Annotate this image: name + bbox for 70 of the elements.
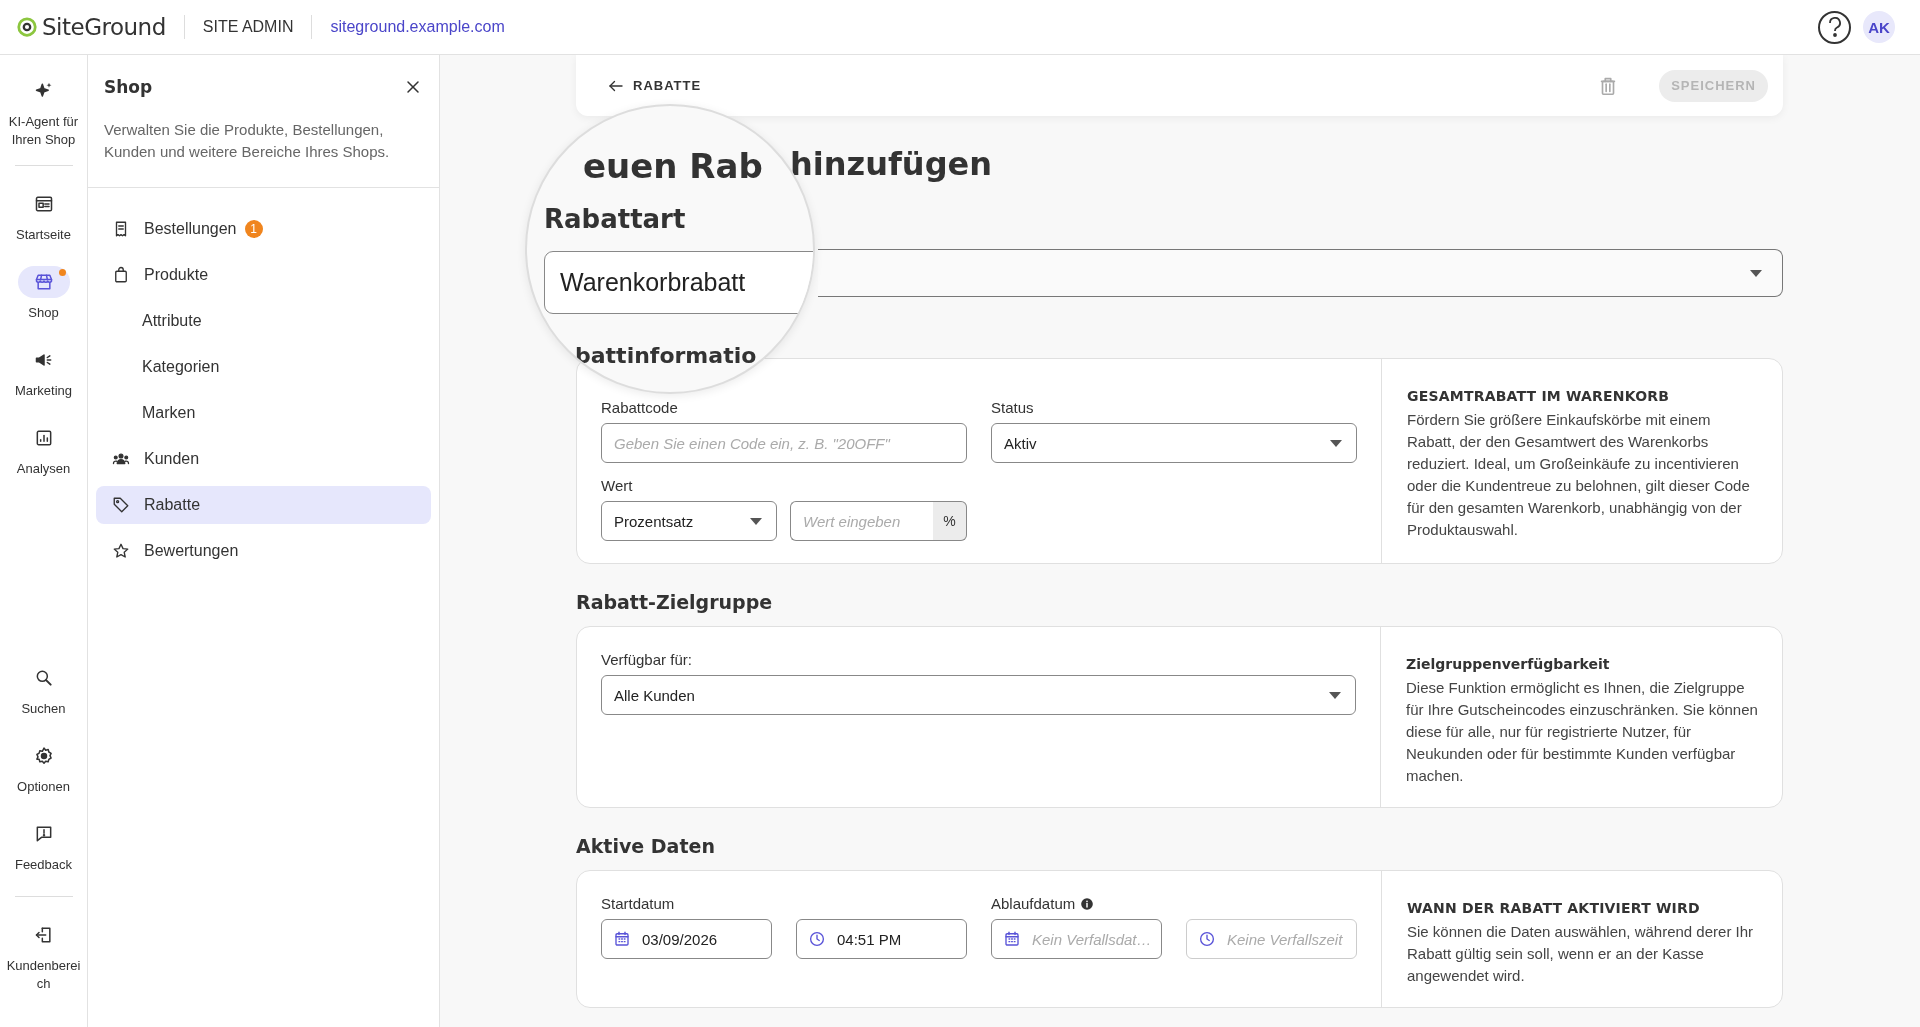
dashboard-icon [33, 194, 54, 214]
bag-icon [112, 266, 130, 284]
value-type-select[interactable]: Prozentsatz [601, 501, 777, 541]
caret-icon [1750, 269, 1762, 277]
brand-name: SiteGround [42, 14, 166, 40]
calendar-icon [613, 930, 631, 948]
nav-item[interactable]: Kunden [96, 440, 431, 478]
code-input[interactable]: Geben Sie einen Code ein, z. B. "20OFF" [601, 423, 967, 463]
section-label: SITE ADMIN [202, 18, 294, 36]
magnified-title: euen Rab [583, 146, 763, 186]
page-title: hinzufügen [790, 144, 994, 185]
rail-item[interactable]: Suchen [0, 662, 87, 718]
info-text: Sie können die Daten auswählen, während derer Ihr Rabatt gültig sein soll, wenn er an der Kasse angewendet wird. [1407, 922, 1755, 986]
user-avatar[interactable]: AK [1863, 11, 1895, 43]
start-date-field[interactable]: 03/09/2026 [601, 919, 772, 959]
nav-item[interactable]: Bestellungen 1 [96, 210, 431, 248]
settings-icon [33, 746, 54, 766]
count-badge: 1 [244, 220, 263, 238]
info-title: GESAMTRABATT IM WARENKORB [1407, 387, 1671, 406]
info-title: WANN DER RABATT AKTIVIERT WIRD [1407, 899, 1701, 918]
end-date-field[interactable]: Kein Verfallsdat… [991, 919, 1162, 959]
rail-item[interactable]: Kundenbereich [0, 919, 87, 993]
field-label: Startdatum [601, 895, 675, 912]
caret-icon [1330, 439, 1342, 447]
caret-icon [750, 517, 762, 525]
info-icon [1080, 896, 1095, 911]
start-time-field[interactable]: 04:51 PM [796, 919, 967, 959]
field-label: Ablaufdatum [991, 895, 1076, 912]
help-icon [1827, 17, 1842, 37]
clock-icon [808, 930, 826, 948]
panel-title: Shop [104, 77, 153, 97]
logo-icon [16, 16, 38, 38]
panel-description: Verwalten Sie die Produkte, Bestellungen, Kunden und weitere Bereiche Ihres Shops. [104, 120, 391, 162]
help-button[interactable] [1818, 10, 1851, 44]
tag-icon [112, 496, 130, 514]
field-label: Wert [601, 477, 633, 494]
discount-type-select[interactable] [818, 249, 1783, 297]
clock-icon [1198, 930, 1216, 948]
site-link[interactable]: siteground.example.com [330, 18, 505, 36]
back-link[interactable]: RABATTE [607, 76, 702, 95]
nav-subitem[interactable]: Kategorien [96, 348, 431, 386]
info-text: Diese Funktion ermöglicht es Ihnen, die Zielgruppe für Ihre Gutscheincodes einzuschränken. Sie können diese für alle, nur für registrierte Nutzer, für Neukunden oder für bestimmte Kunden verfügbar machen. [1406, 678, 1758, 786]
rail-item[interactable]: Marketing [0, 344, 87, 400]
audience-select[interactable]: Alle Kunden [601, 675, 1356, 715]
caret-icon [1329, 691, 1341, 699]
nav-subitem[interactable]: Marken [96, 394, 431, 432]
nav-item[interactable]: Produkte [96, 256, 431, 294]
section-heading: Aktive Daten [576, 834, 716, 858]
info-text: Fördern Sie größere Einkaufskörbe mit einem Rabatt, der den Gesamtwert des Warenkorbs reduziert. Ideal, um Großeinkäufe zu incentivieren oder die Kundentreue zu belohnen, gilt dieser Code für den gesamten Warenkorb, unabhängig von der Produktauswahl. [1407, 410, 1751, 540]
nav-item[interactable]: Bewertungen [96, 532, 431, 570]
store-icon [33, 272, 54, 292]
rail-item[interactable]: Shop [0, 266, 87, 322]
rail-item[interactable]: Analysen [0, 422, 87, 478]
exit-icon [33, 925, 54, 945]
star-icon [112, 542, 130, 560]
field-label: Verfügbar für: [601, 651, 692, 668]
rail-item[interactable]: KI-Agent für Ihren Shop [0, 75, 87, 149]
rail-item[interactable]: Feedback [0, 818, 87, 874]
magnified-heading: Rabattart [544, 203, 686, 236]
rail-item[interactable]: Startseite [0, 188, 87, 244]
nav-item[interactable]: Rabatte [96, 486, 431, 524]
section-heading: Rabatt-Zielgruppe [576, 590, 774, 614]
rail-item[interactable]: Optionen [0, 740, 87, 796]
calendar-icon [1003, 930, 1021, 948]
magnified-heading: battinformatio [575, 342, 757, 370]
nav-subitem[interactable]: Attribute [96, 302, 431, 340]
info-title: Zielgruppenverfügbarkeit [1406, 655, 1611, 674]
status-select[interactable]: Aktiv [991, 423, 1357, 463]
field-label: Status [991, 399, 1034, 416]
field-label: Rabattcode [601, 399, 678, 416]
